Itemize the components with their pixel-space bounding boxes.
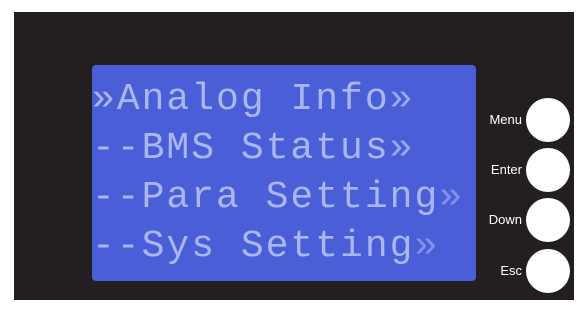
- indent-marker: --: [92, 176, 142, 219]
- menu-item-label: Sys Setting: [141, 225, 415, 268]
- menu-item-label: Analog Info: [116, 78, 390, 121]
- menu-item-label: Para Setting: [141, 176, 440, 219]
- menu-button[interactable]: [526, 98, 570, 142]
- chevron-right-icon: »: [389, 127, 415, 170]
- esc-button[interactable]: [526, 249, 570, 293]
- menu-item-bms-status[interactable]: --BMS Status»: [92, 124, 476, 173]
- lcd-display: »Analog Info» --BMS Status» --Para Setti…: [92, 65, 476, 281]
- menu-item-label: BMS Status: [141, 127, 390, 170]
- menu-item-para-setting[interactable]: --Para Setting»: [92, 173, 476, 222]
- indent-marker: --: [92, 127, 142, 170]
- down-button[interactable]: [526, 198, 570, 242]
- chevron-right-icon: »: [389, 78, 415, 121]
- enter-key-label: Enter: [490, 162, 522, 177]
- indent-marker: --: [92, 225, 142, 268]
- menu-key-label: Menu: [489, 112, 522, 127]
- chevron-right-icon: »: [414, 225, 440, 268]
- menu-item-analog-info[interactable]: »Analog Info»: [92, 75, 476, 124]
- down-key-label: Down: [488, 212, 522, 227]
- selection-marker: »: [92, 78, 117, 121]
- chevron-right-icon: »: [439, 176, 465, 219]
- menu-item-sys-setting[interactable]: --Sys Setting»: [92, 222, 476, 271]
- esc-key-label: Esc: [500, 263, 522, 278]
- enter-button[interactable]: [526, 148, 570, 192]
- control-panel: »Analog Info» --BMS Status» --Para Setti…: [14, 12, 574, 300]
